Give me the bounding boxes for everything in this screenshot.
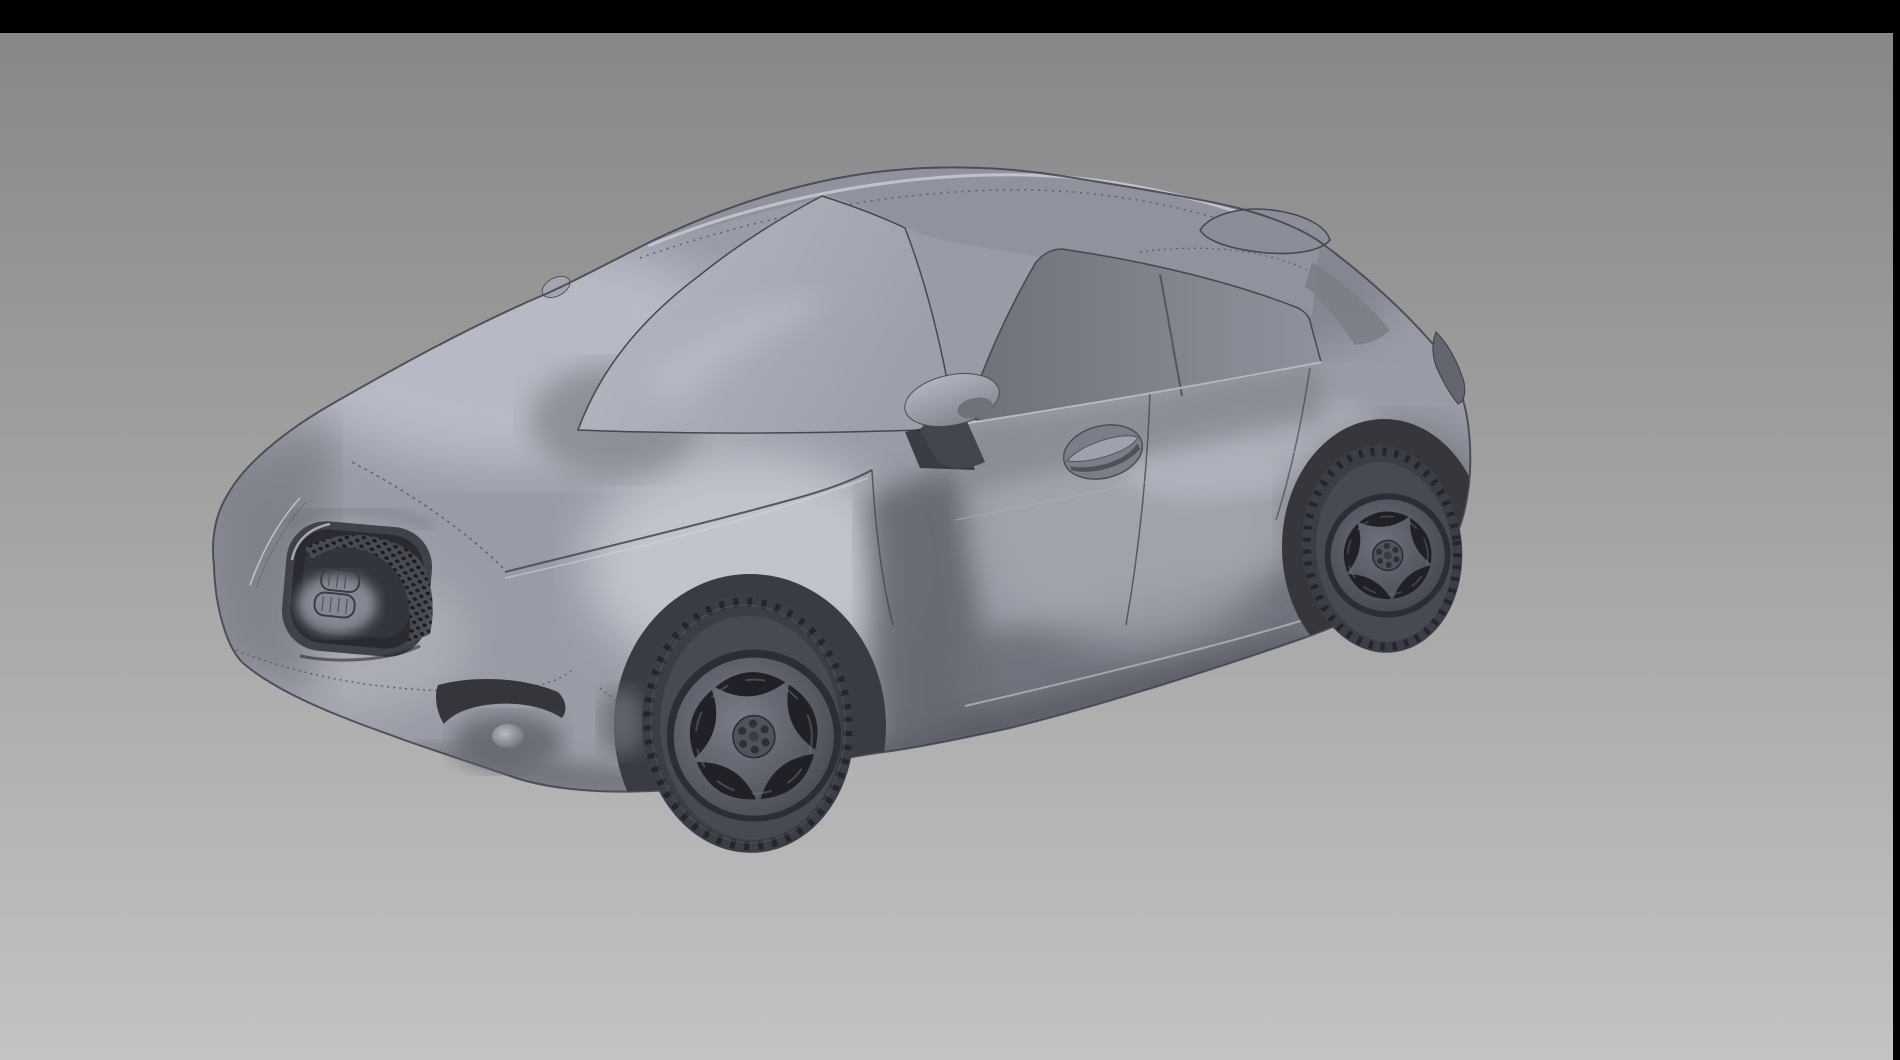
fog-lamp xyxy=(492,724,524,748)
application-window xyxy=(0,0,1900,1060)
front-grille xyxy=(279,510,436,660)
right-letterbox-bar xyxy=(1893,0,1900,1060)
render-canvas[interactable] xyxy=(0,0,1900,1060)
top-letterbox-bar xyxy=(0,0,1900,33)
